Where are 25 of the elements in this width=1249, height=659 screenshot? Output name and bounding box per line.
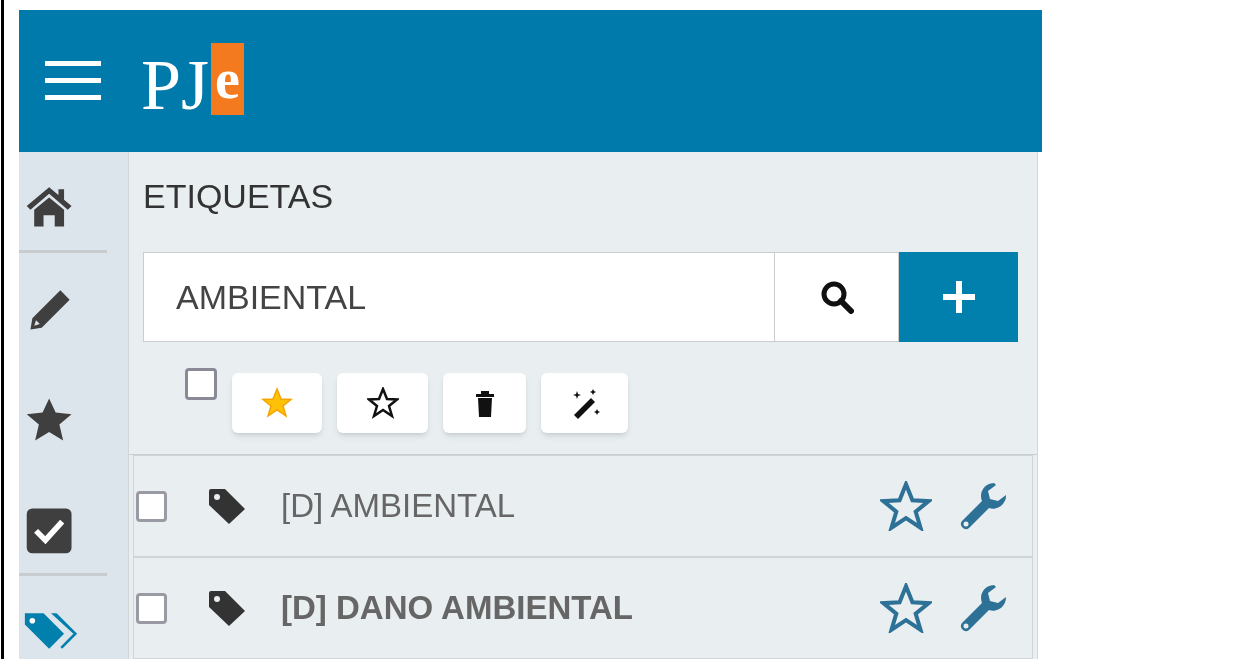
checkbox[interactable] xyxy=(136,592,167,624)
star-icon xyxy=(261,387,293,419)
tag-label[interactable]: [D] DANO AMBIENTAL xyxy=(281,583,880,633)
tag-label[interactable]: [D] AMBIENTAL xyxy=(281,481,880,531)
search-field[interactable]: AMBIENTAL xyxy=(143,252,775,342)
tag-row[interactable]: [D] AMBIENTAL xyxy=(133,455,1033,557)
toolbar-button[interactable] xyxy=(541,373,628,433)
toolbar-button[interactable] xyxy=(337,373,428,433)
add-button[interactable] xyxy=(899,252,1018,342)
toolbar-button[interactable] xyxy=(443,373,526,433)
tag-icon xyxy=(207,487,247,525)
search-icon xyxy=(819,280,854,314)
star-icon xyxy=(366,387,399,419)
tag-icon xyxy=(207,589,247,627)
search-button[interactable] xyxy=(775,252,899,342)
wrench-icon[interactable] xyxy=(958,583,1008,633)
star-icon[interactable] xyxy=(880,481,932,531)
checkbox[interactable] xyxy=(136,490,167,522)
tag-row[interactable]: [D] DANO AMBIENTAL xyxy=(133,557,1033,659)
star-icon[interactable] xyxy=(880,583,932,633)
menu-icon[interactable] xyxy=(45,61,101,101)
panel-title: ETIQUETAS xyxy=(143,176,335,216)
plus-icon xyxy=(942,281,975,313)
wrench-icon[interactable] xyxy=(958,481,1008,531)
checkbox[interactable] xyxy=(185,368,217,400)
